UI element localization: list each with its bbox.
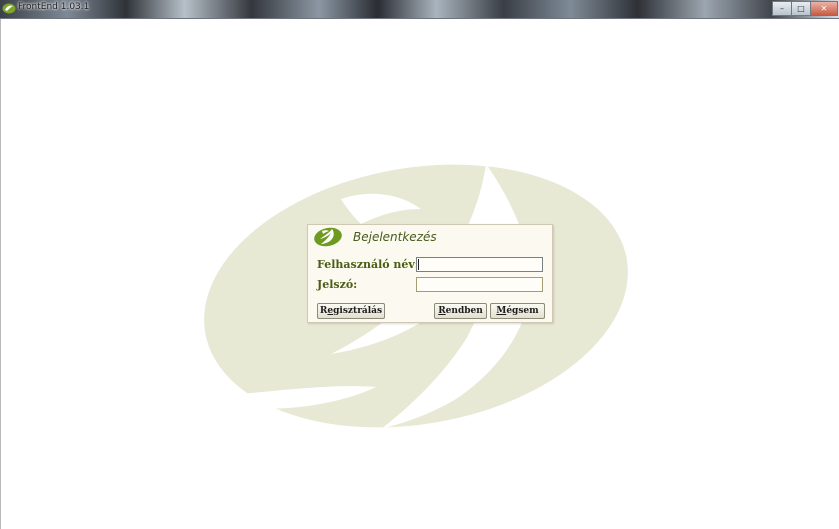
- ok-mnemonic: R: [438, 306, 446, 316]
- register-label-prefix: R: [319, 306, 328, 316]
- window-titlebar[interactable]: FrontEnd 1.03.1 – □ ✕: [0, 0, 839, 19]
- login-dialog: Bejelentkezés Felhasználó név: Jelszó: R…: [307, 224, 553, 323]
- app-logo-icon: [2, 3, 16, 14]
- login-title: Bejelentkezés: [353, 230, 437, 244]
- login-logo-icon: [314, 227, 342, 247]
- text-caret: [418, 259, 419, 270]
- username-field[interactable]: [416, 257, 543, 272]
- cancel-button[interactable]: Mégsem: [490, 303, 545, 319]
- ok-button[interactable]: Rendben: [434, 303, 487, 319]
- cancel-label-suffix: égsem: [506, 306, 539, 316]
- register-button[interactable]: Re gisztrálás: [317, 303, 385, 319]
- password-label: Jelszó:: [317, 278, 358, 291]
- app-client-area: Bejelentkezés Felhasználó név: Jelszó: R…: [0, 19, 839, 529]
- minimize-button[interactable]: –: [772, 1, 792, 16]
- maximize-button[interactable]: □: [792, 1, 811, 16]
- window-controls: – □ ✕: [772, 1, 838, 16]
- cancel-mnemonic: M: [496, 306, 507, 316]
- username-label: Felhasználó név:: [317, 258, 419, 271]
- window-title: FrontEnd 1.03.1: [18, 2, 90, 12]
- ok-label-suffix: endben: [445, 306, 483, 316]
- password-field[interactable]: [416, 277, 543, 292]
- register-label-suffix: gisztrálás: [333, 306, 383, 316]
- close-button[interactable]: ✕: [811, 1, 838, 16]
